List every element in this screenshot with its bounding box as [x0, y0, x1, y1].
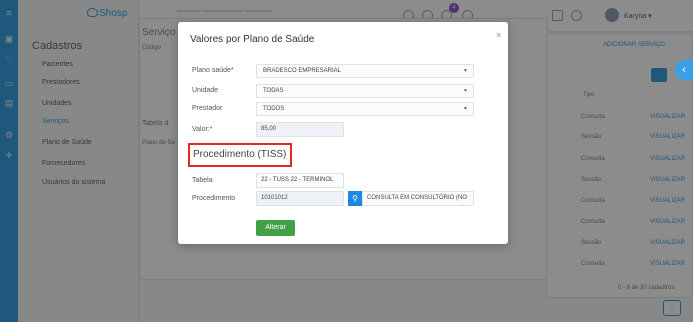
search-procedure-button[interactable]: ⚲ [348, 191, 362, 206]
procedimento-input[interactable]: 10101012 [256, 191, 344, 206]
unidade-label: Unidade [192, 87, 219, 94]
prestador-label: Prestador [192, 105, 223, 112]
tabela-select[interactable]: 22 - TUSS 22 - TERMINOL [256, 173, 344, 188]
tabela-label: Tabela [192, 177, 213, 184]
plano-label: Plano saúde* [192, 67, 234, 74]
alterar-button[interactable]: Alterar [256, 220, 295, 236]
search-icon: ⚲ [352, 194, 358, 203]
close-icon[interactable]: × [496, 30, 501, 40]
plano-select[interactable]: BRADESCO EMPRESARIAL ▼ [256, 64, 474, 78]
section-procedimento-tiss: Procedimento (TISS) [188, 143, 292, 167]
prestador-select[interactable]: TODOS ▼ [256, 102, 474, 116]
health-plan-values-modal: Valores por Plano de Saúde × Plano saúde… [178, 22, 508, 244]
procedimento-description: CONSULTA EM CONSULTÓRIO (NO [362, 191, 474, 206]
unidade-select[interactable]: TODAS ▼ [256, 84, 474, 98]
chevron-down-icon: ▼ [463, 106, 468, 112]
valor-label: Valor:* [192, 126, 213, 133]
valor-input[interactable]: 85,00 [256, 122, 344, 137]
procedimento-label: Procedimento [192, 195, 236, 202]
chevron-down-icon: ▼ [463, 88, 468, 94]
modal-title: Valores por Plano de Saúde [190, 34, 315, 45]
chevron-down-icon: ▼ [463, 68, 468, 74]
collapse-panel-icon[interactable]: ‹ [675, 60, 693, 80]
